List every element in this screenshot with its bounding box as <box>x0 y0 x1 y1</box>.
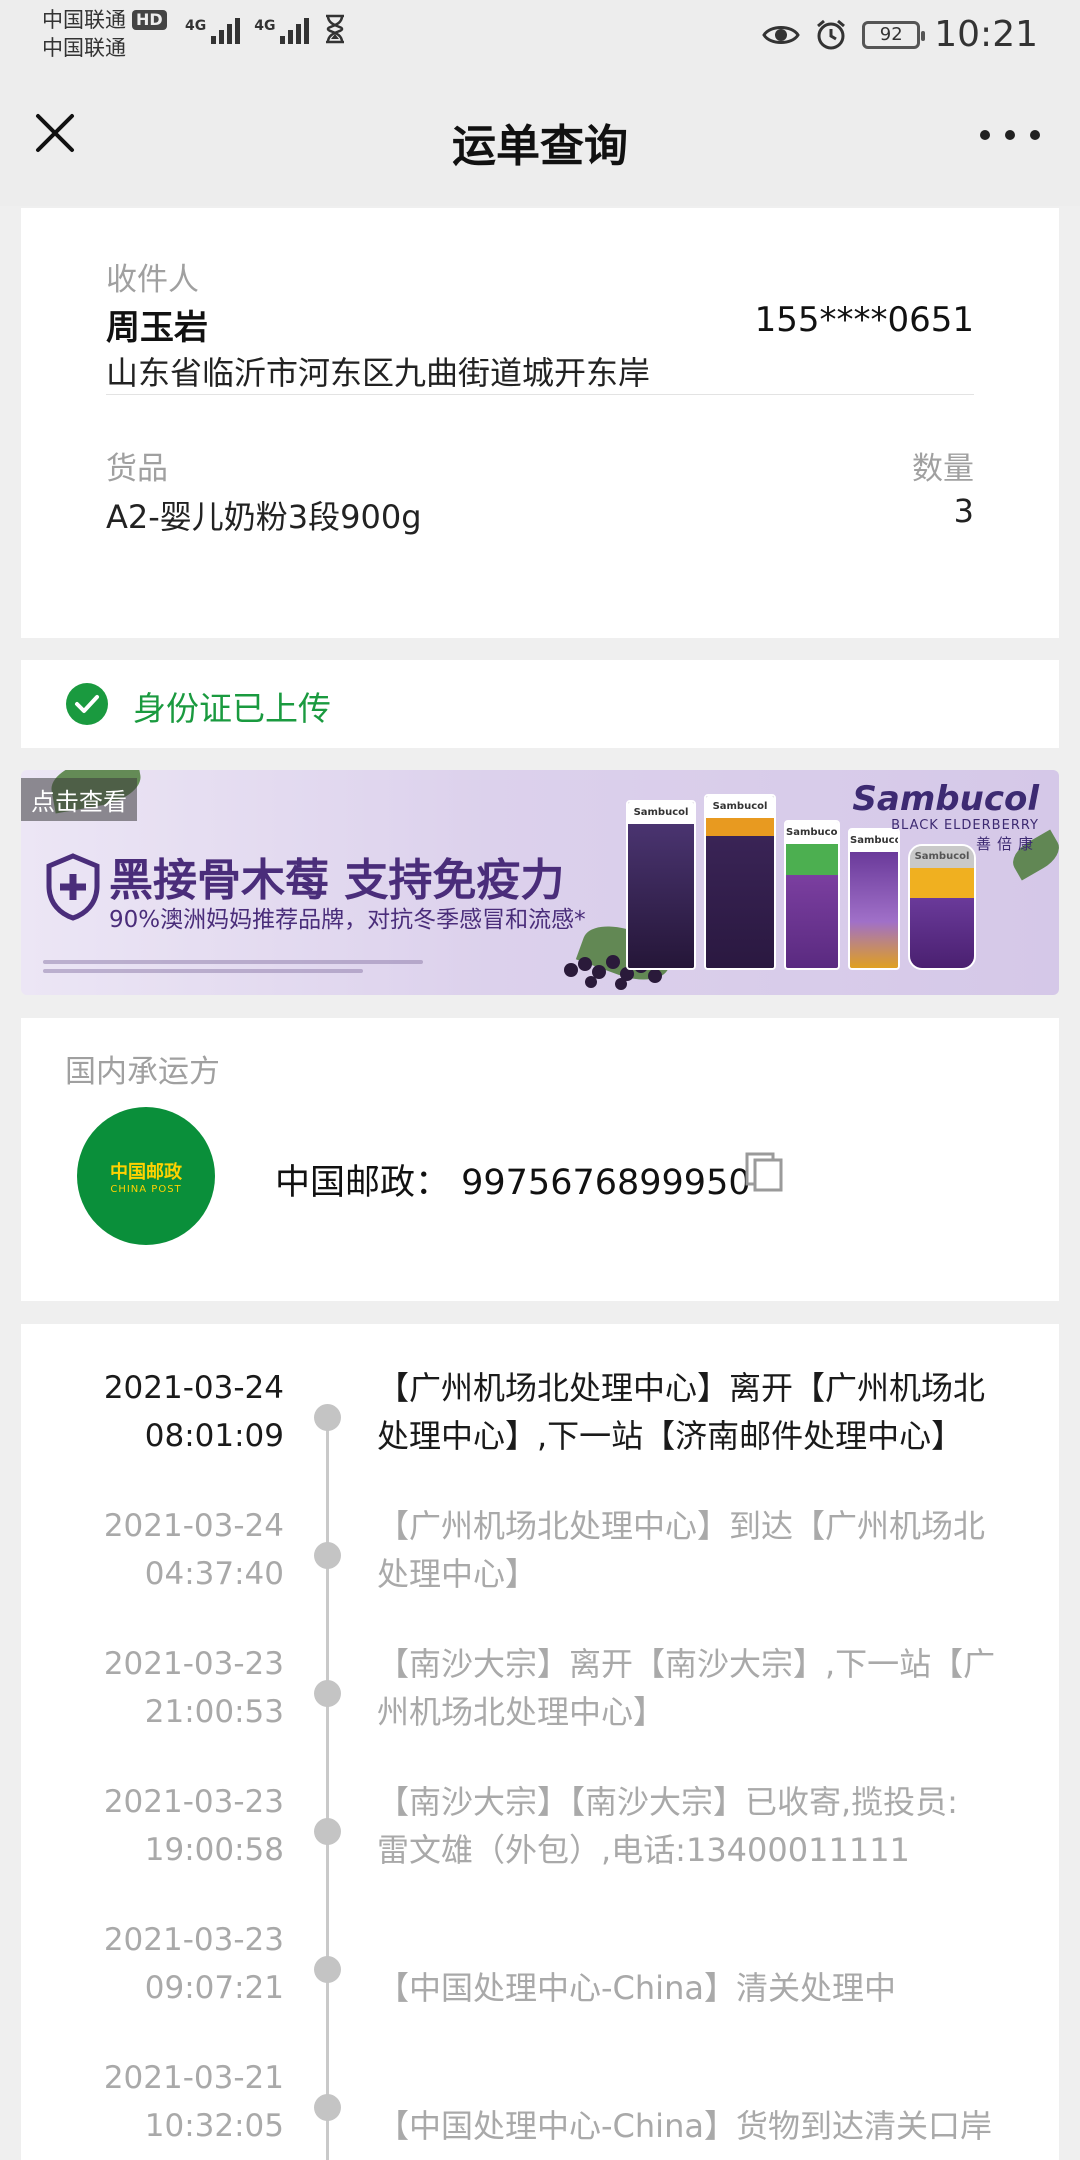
carrier-name-2: 中国联通 <box>42 36 126 60</box>
ad-subline: 90%澳洲妈妈推荐品牌，对抗冬季感冒和流感* <box>109 907 586 933</box>
timeline-desc-line: 【中国处理中心-China】货物到达清关口岸 <box>377 2107 992 2145</box>
alarm-icon <box>817 19 846 49</box>
copy-icon[interactable] <box>743 1150 785 1194</box>
timeline-timestamp: 2021-03-23 09:07:21 <box>104 1916 284 2012</box>
timeline-desc-line: 【中国处理中心-China】清关处理中 <box>377 1969 896 2007</box>
divider <box>106 394 974 395</box>
timeline-description: 【南沙大宗】【南沙大宗】已收寄,揽投员: 雷文雄（外包）,电话:134000111… <box>377 1778 1042 1874</box>
china-post-logo: 中国邮政 CHINA POST <box>77 1107 215 1245</box>
check-circle-icon <box>66 683 108 725</box>
timeline-timestamp: 2021-03-23 21:00:53 <box>104 1640 284 1736</box>
clock: 10:21 <box>934 14 1038 55</box>
timeline-date: 2021-03-23 <box>103 1784 284 1820</box>
dot-icon <box>980 130 990 140</box>
tracking-timeline: 2021-03-24 08:01:09 【广州机场北处理中心】离开【广州机场北 处理中… <box>21 1324 1059 2160</box>
quantity-label: 数量 <box>912 451 974 487</box>
ad-brand-sub: BLACK ELDERBERRY <box>891 818 1039 833</box>
timeline-desc-line: 【南沙大宗】离开【南沙大宗】,下一站【广 <box>377 1645 996 1683</box>
battery-indicator: 92 <box>862 20 926 49</box>
timeline-description: 【中国处理中心-China】货物到达清关口岸 <box>377 2054 1042 2150</box>
timeline-desc-line: 【南沙大宗】【南沙大宗】已收寄,揽投员: <box>377 1783 958 1821</box>
ad-brand: Sambucol BLACK ELDERBERRY 善倍康 <box>852 780 1039 854</box>
timeline-description: 【南沙大宗】离开【南沙大宗】,下一站【广 州机场北处理中心】 <box>377 1640 1042 1736</box>
shield-plus-icon <box>46 853 100 921</box>
ad-fine-print <box>43 960 443 976</box>
timeline-desc-line: 雷文雄（外包）,电话:13400011111 <box>377 1831 910 1869</box>
timeline-dot <box>314 1680 341 1707</box>
timeline-desc-line: 【广州机场北处理中心】离开【广州机场北 <box>377 1369 986 1407</box>
recipient-phone: 155****0651 <box>754 300 974 340</box>
product-box: Sambucol <box>784 820 840 970</box>
product-box: Sambucol <box>626 800 696 970</box>
timeline-desc-line <box>377 2054 1042 2102</box>
title-bar: 运单查询 <box>0 70 1080 206</box>
timeline-line <box>326 1412 329 2160</box>
timeline-date: 2021-03-23 <box>103 1646 284 1682</box>
eye-icon <box>762 25 801 44</box>
ad-view-tag[interactable]: 点击查看 <box>21 778 137 821</box>
timeline-dot <box>314 1542 341 1569</box>
recipient-card: 收件人 周玉岩 155****0651 山东省临沂市河东区九曲街道城开东岸 货品… <box>21 208 1059 638</box>
signal-icon: 4G <box>185 18 241 44</box>
timeline-timestamp: 2021-03-24 04:37:40 <box>104 1502 284 1598</box>
id-status-card: 身份证已上传 <box>21 660 1059 748</box>
dot-icon <box>1005 130 1015 140</box>
timeline-description: 【中国处理中心-China】清关处理中 <box>377 1916 1042 2012</box>
timeline-date: 2021-03-24 <box>103 1508 284 1544</box>
timeline-desc-line <box>377 1916 1042 1964</box>
timeline-desc-line: 处理中心】,下一站【济南邮件处理中心】 <box>377 1417 964 1455</box>
recipient-address: 山东省临沂市河东区九曲街道城开东岸 <box>106 354 651 392</box>
signal-icon: 4G <box>254 18 310 44</box>
timeline-dot <box>314 1818 341 1845</box>
goods-label: 货品 <box>106 451 168 487</box>
timeline-time: 08:01:09 <box>144 1418 284 1454</box>
hourglass-icon <box>326 14 345 44</box>
goods-name: A2-婴儿奶粉3段900g <box>106 498 422 536</box>
timeline-time: 09:07:21 <box>144 1970 284 2006</box>
signal-indicators: 4G 4G <box>185 14 347 44</box>
timeline-desc-line: 州机场北处理中心】 <box>377 1693 666 1731</box>
id-status-text: 身份证已上传 <box>133 689 331 728</box>
timeline-time: 04:37:40 <box>144 1556 284 1592</box>
timeline-time: 10:32:05 <box>144 2108 284 2144</box>
tracking-number: 中国邮政： 9975676899950 <box>275 1163 751 1203</box>
ad-headline: 黑接骨木莓 支持免疫力 <box>109 855 565 906</box>
timeline-time: 19:00:58 <box>144 1832 284 1868</box>
timeline-desc-line: 【广州机场北处理中心】到达【广州机场北 <box>377 1507 986 1545</box>
timeline-description: 【广州机场北处理中心】到达【广州机场北 处理中心】 <box>377 1502 1042 1598</box>
waybill-query-page: 中国联通 HD 中国联通 4G 4G 92 10:21 运单查询 收件人 周玉岩… <box>0 0 1080 2160</box>
carrier-info: 中国联通 HD 中国联通 <box>42 6 167 62</box>
recipient-label: 收件人 <box>106 262 199 298</box>
carrier-card: 国内承运方 中国邮政 CHINA POST 中国邮政： 997567689995… <box>21 1018 1059 1301</box>
ad-brand-name: Sambucol <box>852 779 1039 819</box>
timeline-dot <box>314 1956 341 1983</box>
timeline-date: 2021-03-23 <box>103 1922 284 1958</box>
timeline-date: 2021-03-24 <box>103 1370 284 1406</box>
timeline-dot <box>314 2094 341 2121</box>
dot-icon <box>1030 130 1040 140</box>
timeline-timestamp: 2021-03-23 19:00:58 <box>104 1778 284 1874</box>
product-jar: Sambucol <box>908 844 976 970</box>
carrier-name-1: 中国联通 <box>42 8 126 32</box>
timeline-dot <box>314 1404 341 1431</box>
goods-quantity: 3 <box>953 492 974 530</box>
timeline-desc-line: 处理中心】 <box>377 1555 538 1593</box>
page-title: 运单查询 <box>452 121 628 172</box>
timeline-time: 21:00:53 <box>144 1694 284 1730</box>
more-options-button[interactable] <box>980 120 1040 150</box>
timeline-date: 2021-03-21 <box>103 2060 284 2096</box>
status-right-group: 92 10:21 <box>762 14 1038 55</box>
hd-badge: HD <box>132 10 167 30</box>
timeline-description: 【广州机场北处理中心】离开【广州机场北 处理中心】,下一站【济南邮件处理中心】 <box>377 1364 1042 1460</box>
timeline-timestamp: 2021-03-24 08:01:09 <box>104 1364 284 1460</box>
status-bar: 中国联通 HD 中国联通 4G 4G 92 10:21 <box>0 0 1080 70</box>
battery-level: 92 <box>879 24 903 45</box>
carrier-label: 国内承运方 <box>65 1054 220 1090</box>
ad-banner[interactable]: 点击查看 黑接骨木莓 支持免疫力 90%澳洲妈妈推荐品牌，对抗冬季感冒和流感* … <box>21 770 1059 995</box>
recipient-name: 周玉岩 <box>106 308 208 348</box>
timeline-timestamp: 2021-03-21 10:32:05 <box>104 2054 284 2150</box>
product-box: Sambucol <box>704 794 776 970</box>
ad-brand-cn: 善倍康 <box>975 835 1039 853</box>
